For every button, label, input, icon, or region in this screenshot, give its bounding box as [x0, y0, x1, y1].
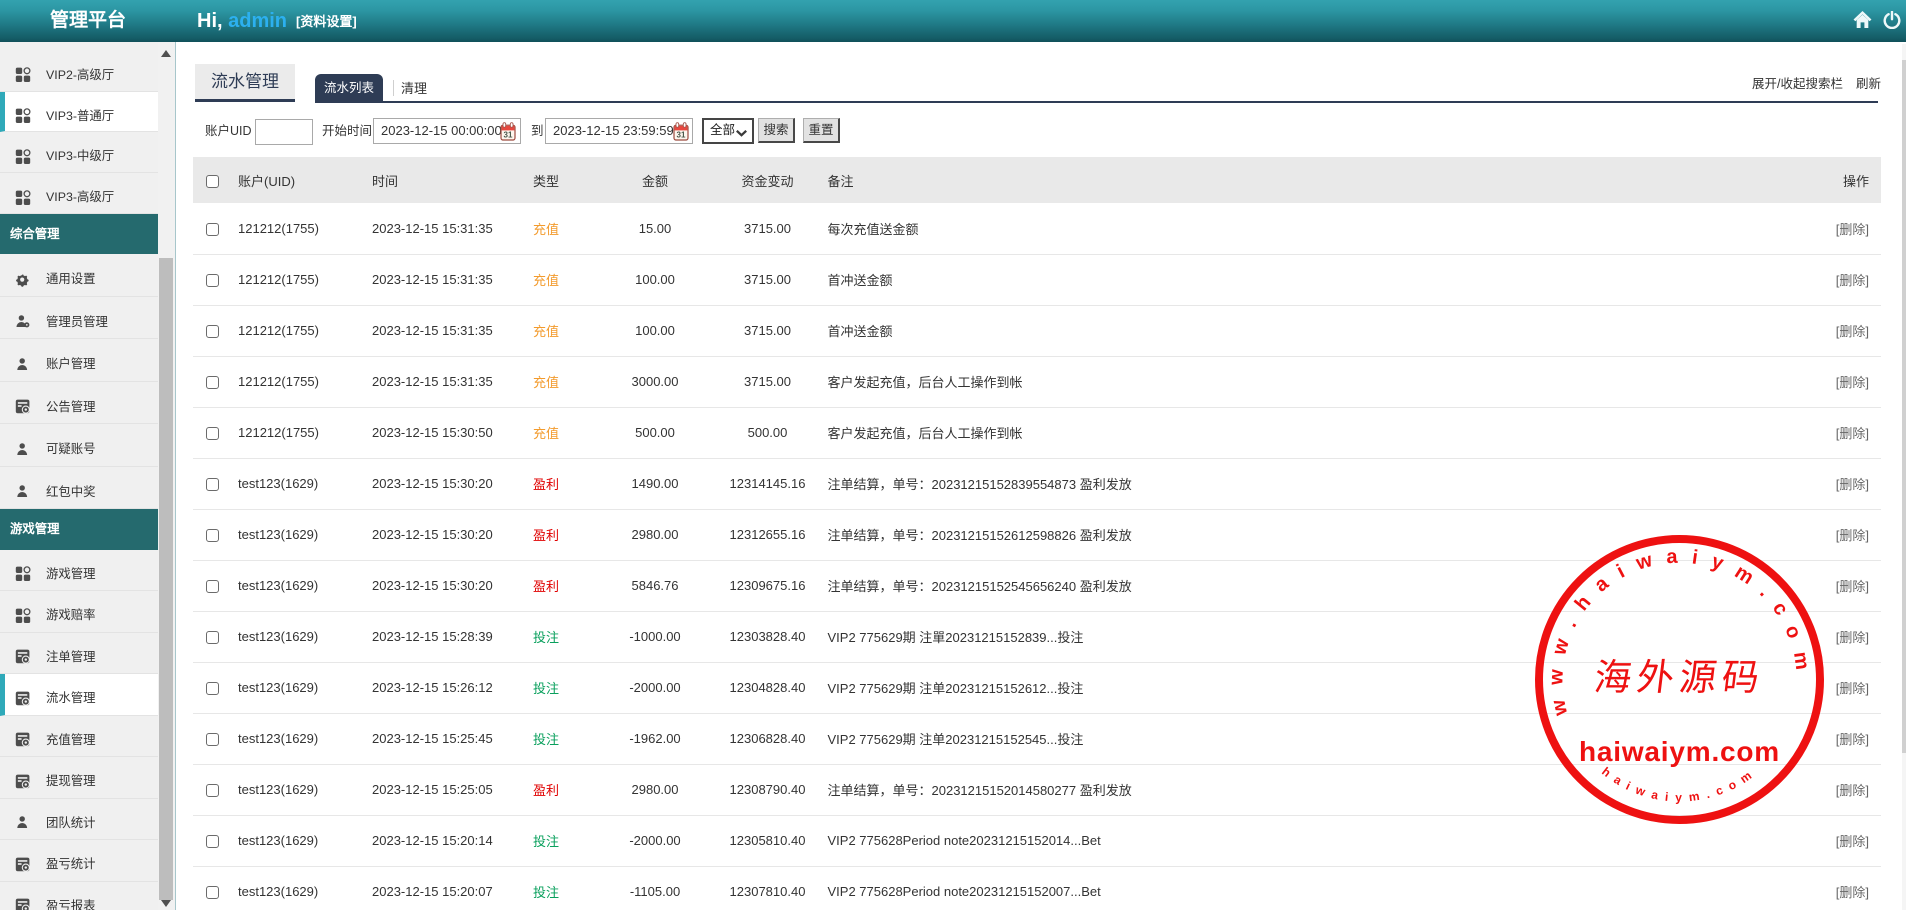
svg-text:haiwaiym.com: haiwaiym.com [1579, 736, 1780, 767]
svg-text:h a i w a i y m . c o m: h a i w a i y m . c o m [1599, 764, 1756, 804]
svg-text:31: 31 [677, 131, 686, 140]
svg-text:31: 31 [504, 131, 513, 140]
svg-text:海外源码: 海外源码 [1592, 658, 1767, 699]
